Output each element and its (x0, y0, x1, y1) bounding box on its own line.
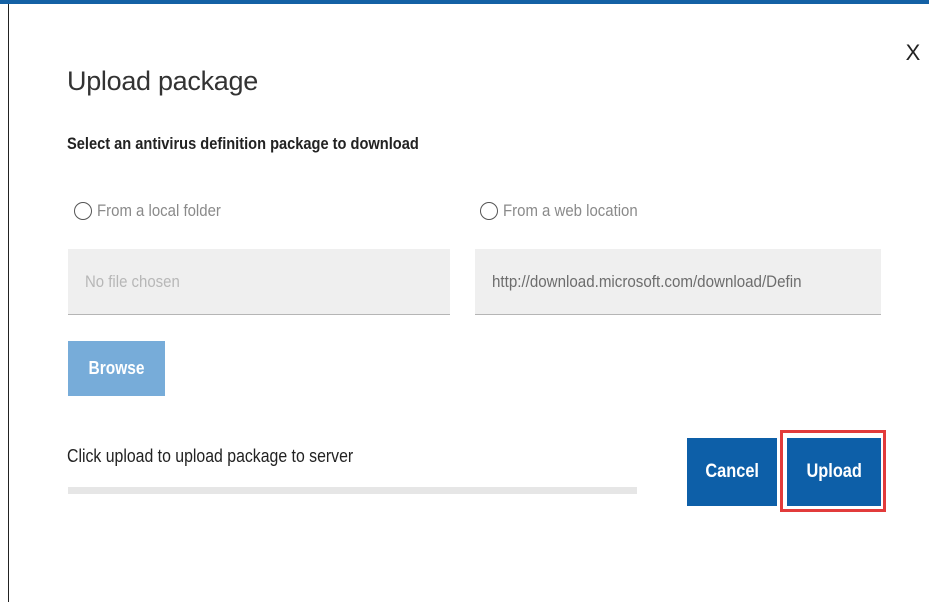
dialog-left-border (8, 4, 9, 602)
radio-local-folder-label: From a local folder (97, 201, 221, 220)
dialog-title: Upload package (67, 66, 258, 96)
cancel-button[interactable]: Cancel (687, 438, 777, 506)
dialog-subtitle: Select an antivirus definition package t… (67, 134, 419, 153)
upload-status-text: Click upload to upload package to server (67, 446, 354, 466)
radio-local-folder[interactable]: From a local folder (74, 201, 238, 221)
top-accent-bar (0, 0, 929, 4)
web-location-url-value: http://download.microsoft.com/download/D… (492, 271, 802, 291)
radio-circle-icon[interactable] (480, 202, 498, 220)
web-location-url-field[interactable]: http://download.microsoft.com/download/D… (475, 249, 881, 315)
file-chosen-placeholder: No file chosen (85, 271, 180, 291)
file-chosen-field[interactable]: No file chosen (68, 249, 450, 315)
close-button[interactable]: X (903, 40, 923, 66)
radio-web-location[interactable]: From a web location (480, 201, 656, 221)
upload-button-label: Upload (806, 461, 862, 482)
browse-button[interactable]: Browse (68, 341, 165, 396)
radio-web-location-label: From a web location (503, 201, 638, 220)
radio-circle-icon[interactable] (74, 202, 92, 220)
upload-button[interactable]: Upload (787, 438, 881, 506)
browse-button-label: Browse (88, 358, 145, 378)
cancel-button-label: Cancel (705, 461, 759, 482)
upload-package-dialog: X Upload package Select an antivirus def… (0, 0, 929, 602)
upload-progress-bar (68, 487, 637, 494)
